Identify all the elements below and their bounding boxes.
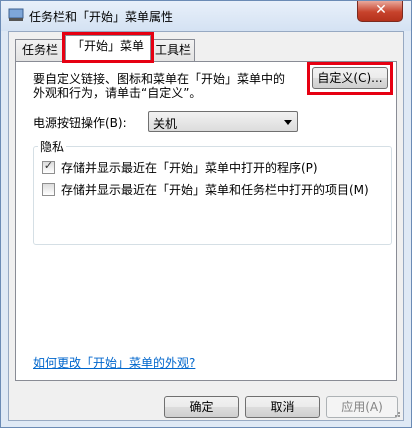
close-icon: ✕: [375, 2, 387, 18]
window-title: 任务栏和「开始」菜单属性: [29, 10, 174, 24]
title-bar[interactable]: 任务栏和「开始」菜单属性 ✕: [1, 1, 411, 31]
chevron-down-icon: [284, 120, 292, 125]
close-button[interactable]: ✕: [357, 1, 403, 22]
privacy-title: 隐私: [38, 138, 67, 155]
apply-button[interactable]: 应用(A): [326, 396, 398, 418]
power-button-select[interactable]: 关机: [148, 111, 298, 132]
taskbar-properties-icon: [8, 8, 24, 21]
recent-programs-label[interactable]: 存储并显示最近在「开始」菜单中打开的程序(P): [61, 159, 318, 176]
recent-programs-checkbox[interactable]: ✓: [42, 159, 55, 174]
cancel-button[interactable]: 取消: [245, 396, 320, 418]
customize-description-line2: 外观和行为，请单击“自定义”。: [33, 86, 202, 100]
ok-button[interactable]: 确定: [164, 396, 239, 418]
power-button-label: 电源按钮操作(B):: [33, 116, 127, 130]
recent-items-checkbox[interactable]: [42, 183, 55, 196]
properties-dialog: 任务栏和「开始」菜单属性 ✕ 任务栏 「开始」菜单 工具栏 要自定义链接、图标和…: [0, 0, 412, 428]
customize-highlight-box: [307, 62, 393, 95]
tab-taskbar[interactable]: 任务栏: [15, 39, 65, 61]
check-icon: ✓: [43, 159, 54, 172]
tab-highlight-box: [62, 32, 154, 63]
recent-items-label[interactable]: 存储并显示最近在「开始」菜单和任务栏中打开的项目(M): [61, 181, 369, 198]
dialog-client-area: 任务栏 「开始」菜单 工具栏 要自定义链接、图标和菜单在「开始」菜单中的 外观和…: [8, 31, 404, 421]
resize-grip-icon[interactable]: [391, 408, 401, 418]
tab-toolbars[interactable]: 工具栏: [151, 39, 195, 61]
start-menu-panel: 要自定义链接、图标和菜单在「开始」菜单中的 外观和行为，请单击“自定义”。 自定…: [15, 61, 397, 381]
help-link[interactable]: 如何更改「开始」菜单的外观?: [33, 354, 195, 371]
power-button-value: 关机: [153, 117, 178, 131]
